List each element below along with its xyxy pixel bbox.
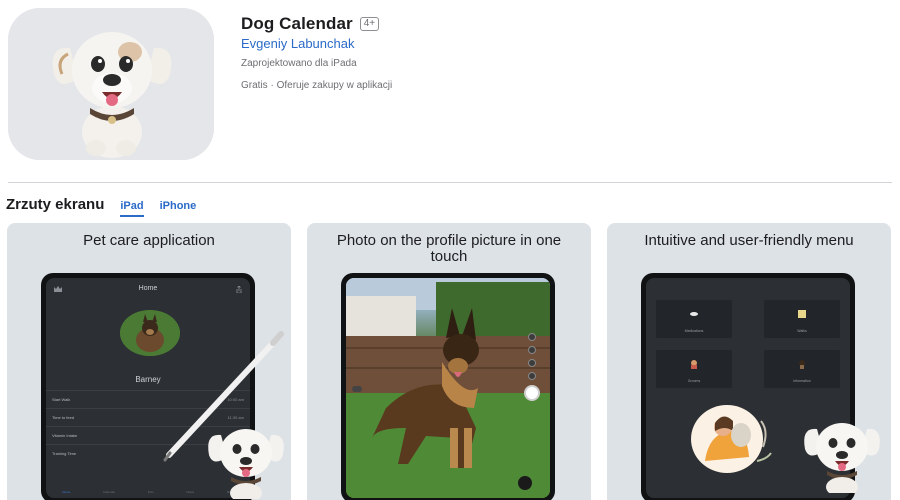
info-dog-icon xyxy=(799,360,805,369)
screenshots-header: Zrzuty ekranu iPad iPhone xyxy=(6,196,196,217)
timer-icon[interactable] xyxy=(528,346,536,354)
dog-mascot-illustration xyxy=(208,429,284,499)
app-info: Dog Calendar 4+ Evgeniy Labunchak Zaproj… xyxy=(241,14,392,91)
dog-mascot-illustration xyxy=(804,423,880,493)
screenshot-caption: Intuitive and user-friendly menu xyxy=(644,232,854,249)
menu-tile-grooms[interactable]: Grooms xyxy=(656,350,732,388)
screenshot-card-pet-care[interactable]: Pet care application Home Barney Start W… xyxy=(7,223,291,500)
screenshot-card-menu[interactable]: Intuitive and user-friendly menu Medicat… xyxy=(607,223,891,500)
share-icon xyxy=(236,286,242,293)
list-item-label: Training Time xyxy=(52,451,77,456)
tab-ipad[interactable]: iPad xyxy=(120,200,144,217)
age-rating-badge: 4+ xyxy=(359,17,380,31)
notes-icon xyxy=(798,310,806,318)
screenshot-caption: Photo on the profile picture in one touc… xyxy=(336,232,562,265)
tab-iphone[interactable]: iPhone xyxy=(160,200,197,212)
german-shepherd-photo xyxy=(346,278,550,498)
tabbar-item[interactable]: Pets xyxy=(148,490,154,494)
camera-mode-button[interactable] xyxy=(352,386,362,392)
menu-tile-label: Walks xyxy=(797,329,807,333)
designed-for-label: Zaprojektowano dla iPada xyxy=(241,58,357,69)
price-label: Gratis xyxy=(241,80,268,91)
flash-icon[interactable] xyxy=(528,333,536,341)
camera-viewfinder xyxy=(346,278,550,498)
app-title: Dog Calendar xyxy=(241,14,353,33)
list-item-label: Start Walk xyxy=(52,397,71,402)
menu-grid: Medications Walks Grooms Information xyxy=(656,300,840,388)
pills-icon xyxy=(690,312,698,316)
hdr-icon[interactable] xyxy=(528,359,536,367)
screenshot-card-photo[interactable]: Photo on the profile picture in one touc… xyxy=(307,223,591,500)
menu-tile-label: Information xyxy=(793,379,811,383)
live-photo-icon[interactable] xyxy=(528,372,536,380)
menu-tile-medications[interactable]: Medications xyxy=(656,300,732,338)
tabbar-item[interactable]: Notes xyxy=(186,490,194,494)
ipad-frame xyxy=(341,273,555,500)
groom-icon xyxy=(691,360,697,369)
list-item-label: Vitamin Intake xyxy=(52,433,78,438)
menu-tile-walks[interactable]: Walks xyxy=(764,300,840,338)
owner-hugging-dog-illustration xyxy=(691,405,772,473)
camera-controls xyxy=(524,333,540,401)
menu-tile-label: Medications xyxy=(684,329,704,333)
tabbar-item[interactable]: Calendar xyxy=(103,490,115,494)
switch-camera-button[interactable] xyxy=(518,476,532,490)
list-item-label: Time to feed xyxy=(52,415,75,420)
screen-title: Home xyxy=(138,285,158,292)
app-icon xyxy=(8,8,214,160)
section-divider xyxy=(8,182,892,183)
tabbar-item[interactable]: Home xyxy=(62,490,70,494)
title-row: Dog Calendar 4+ xyxy=(241,14,392,34)
camera-screen xyxy=(346,278,550,498)
menu-tile-information[interactable]: Information xyxy=(764,350,840,388)
shutter-button[interactable] xyxy=(524,385,540,401)
price-row: Gratis · Oferuje zakupy w aplikacji xyxy=(241,80,392,91)
in-app-purchases-label: Oferuje zakupy w aplikacji xyxy=(276,80,393,91)
screenshot-caption: Pet care application xyxy=(83,232,215,249)
separator-dot: · xyxy=(270,80,274,91)
developer-link[interactable]: Evgeniy Labunchak xyxy=(241,36,392,51)
dog-mascot-icon xyxy=(8,8,214,160)
menu-tile-label: Grooms xyxy=(687,379,701,383)
screenshots-title: Zrzuty ekranu xyxy=(6,196,105,213)
